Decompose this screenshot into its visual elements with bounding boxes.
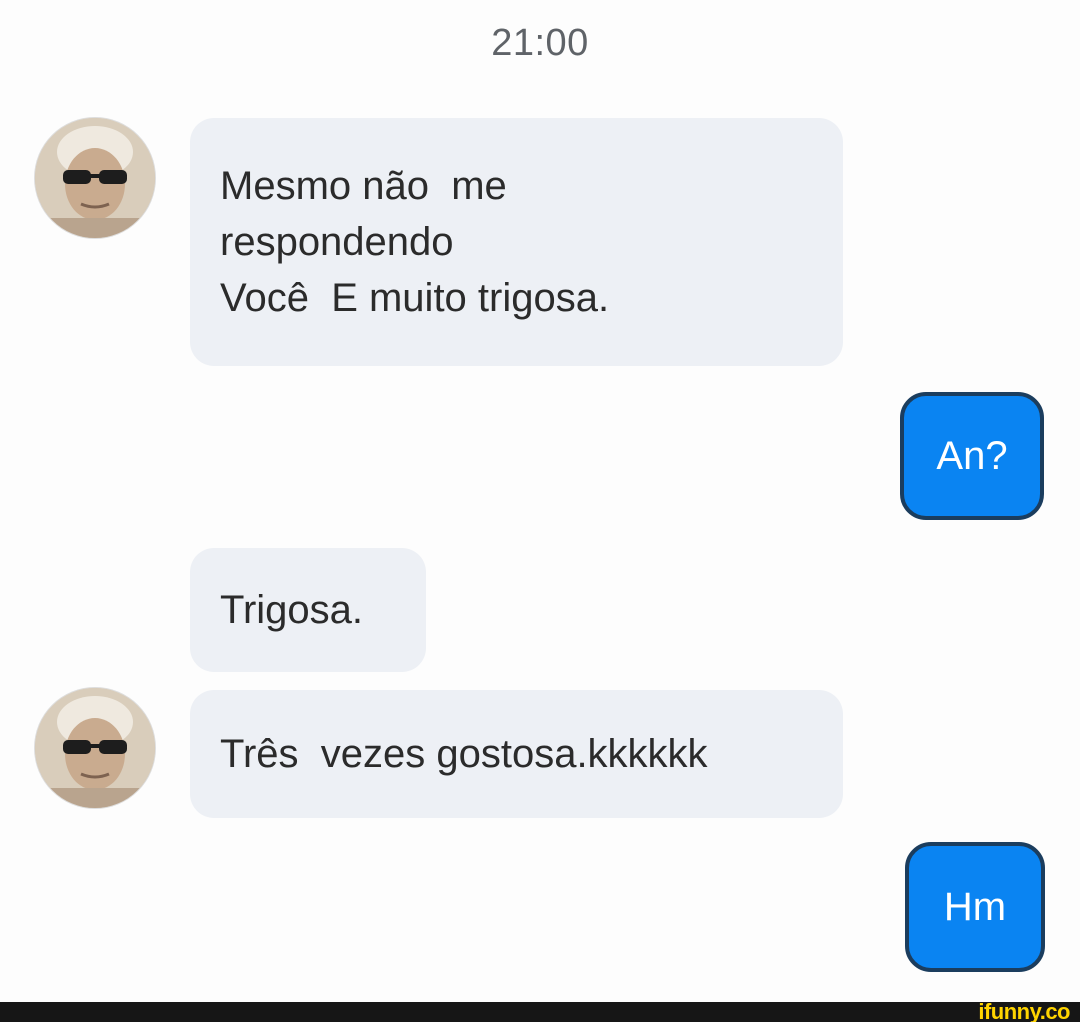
contact-avatar-icon[interactable] — [35, 118, 155, 238]
person-sunglasses-icon — [35, 688, 155, 808]
message-text: Você E muito trigosa. — [220, 276, 610, 320]
message-timestamp: 21:00 — [491, 22, 589, 64]
message-bubble-outgoing[interactable]: An? — [900, 392, 1044, 520]
message-text: An? — [936, 434, 1008, 478]
message-bubble-outgoing[interactable]: Hm — [905, 842, 1045, 972]
message-text: Três vezes gostosa.kkkkkk — [220, 732, 708, 776]
message-bubble-incoming[interactable]: Três vezes gostosa.kkkkkk — [190, 690, 843, 818]
watermark-bar: ifunny.co — [0, 999, 1080, 1022]
ifunny-watermark: ifunny.co — [978, 999, 1070, 1022]
message-text: Trigosa. — [220, 588, 364, 632]
message-bubble-incoming[interactable]: Mesmo não me respondendo Você E muito tr… — [190, 118, 843, 366]
message-bubble-incoming[interactable]: Trigosa. — [190, 548, 426, 672]
message-text: respondendo — [220, 220, 454, 264]
message-text: Mesmo não me — [220, 164, 507, 208]
person-sunglasses-icon — [35, 118, 155, 238]
message-text: Hm — [943, 885, 1007, 929]
chat-thread: 21:00 Mesmo não me respondendo Você E mu… — [0, 0, 1080, 1002]
contact-avatar-icon[interactable] — [35, 688, 155, 808]
